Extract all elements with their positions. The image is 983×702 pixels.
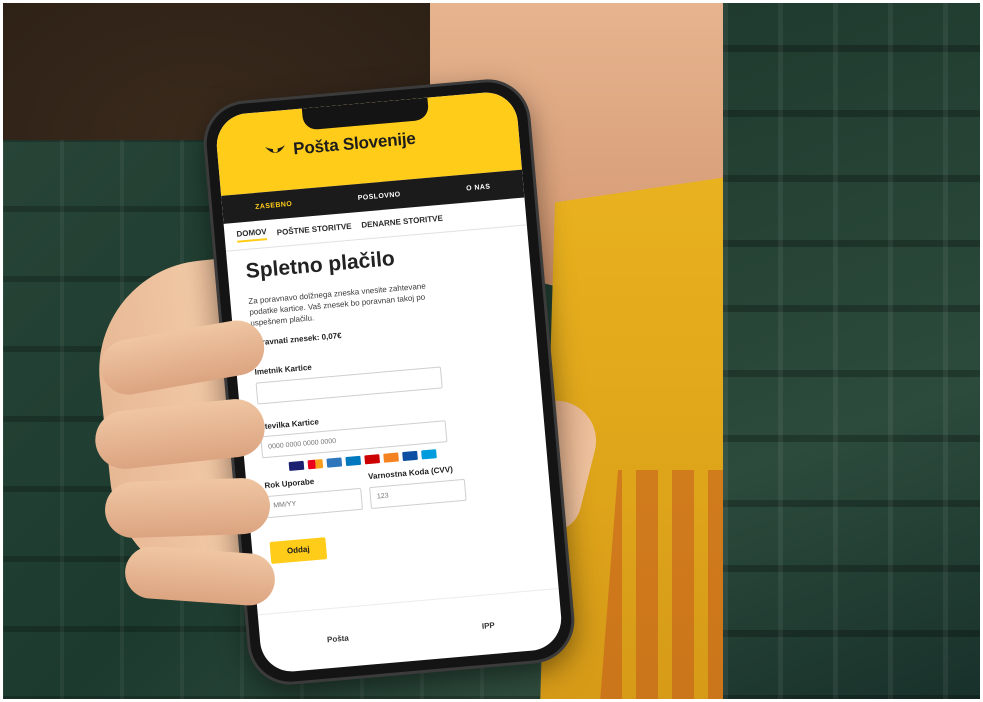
cvv-group: Varnostna Koda (CVV) — [368, 464, 468, 527]
visa-icon — [288, 460, 305, 472]
brand-name: Pošta Slovenije — [292, 128, 417, 159]
tab-denarne-storitve[interactable]: DENARNE STORITVE — [361, 214, 443, 230]
nav-item-zasebno[interactable]: ZASEBNO — [255, 200, 293, 210]
cvv-label: Varnostna Koda (CVV) — [367, 464, 454, 482]
submit-button[interactable]: Oddaj — [269, 536, 328, 564]
expiry-input[interactable] — [265, 487, 363, 518]
app-footer: Pošta IPP — [257, 588, 564, 675]
discover-icon — [383, 452, 399, 463]
cvv-input[interactable] — [369, 478, 467, 509]
paypal-icon — [421, 449, 437, 460]
expiry-label: Rok Uporabe — [264, 476, 315, 491]
payment-form: Spletno plačilo Za poravnavo dolžnega zn… — [245, 237, 541, 564]
brand-logo[interactable]: Pošta Slovenije — [263, 129, 417, 162]
mastercard-icon — [307, 459, 324, 470]
nav-item-poslovno[interactable]: POSLOVNO — [358, 191, 401, 202]
diners-icon — [345, 455, 362, 467]
form-description: Za poravnavo dolžnega zneska vnesite zah… — [248, 281, 427, 328]
tab-domov[interactable]: DOMOV — [236, 227, 268, 243]
amex-icon — [326, 457, 343, 468]
footer-posta-logo[interactable]: Pošta — [327, 633, 349, 644]
tab-postne-storitve[interactable]: POŠTNE STORITVE — [276, 222, 351, 238]
shirt-right-panel — [723, 0, 983, 702]
expiry-cvv-row: Rok Uporabe Varnostna Koda (CVV) — [264, 458, 538, 536]
finger-ring — [104, 477, 271, 539]
maestro-icon — [364, 454, 381, 465]
finger-pinky — [123, 544, 277, 608]
nav-item-o-nas[interactable]: O NAS — [466, 183, 491, 192]
expiry-group: Rok Uporabe — [264, 473, 364, 536]
footer-ipp-logo[interactable]: IPP — [481, 620, 495, 630]
photo-scene: Pošta Slovenije ZASEBNO POSLOVNO O NAS D… — [0, 0, 983, 702]
jcb-icon — [402, 450, 418, 462]
post-horn-icon — [265, 145, 285, 154]
